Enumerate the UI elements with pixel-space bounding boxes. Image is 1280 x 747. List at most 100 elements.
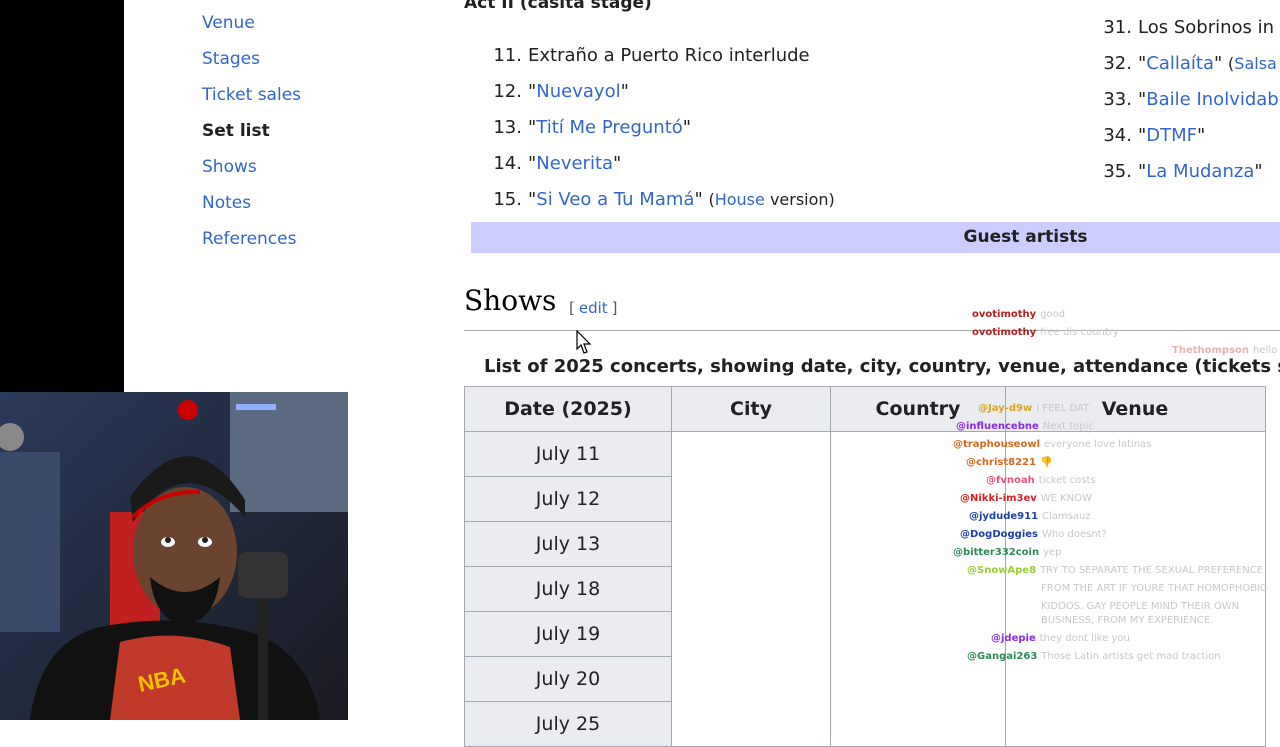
item-number: 14. bbox=[493, 153, 522, 174]
version-note: (House version) bbox=[708, 190, 835, 209]
toc-item-stages[interactable]: Stages bbox=[202, 46, 301, 82]
column-header-date[interactable]: Date (2025) bbox=[464, 386, 672, 432]
song-link[interactable]: Tití Me Preguntó bbox=[536, 117, 682, 138]
chat-text: FROM THE ART IF YOURE THAT HOMOPHOBIC bbox=[1041, 583, 1268, 594]
chat-text: TRY TO SEPARATE THE SEXUAL PREFERENCE bbox=[1040, 565, 1264, 576]
chat-username: ovotimothy bbox=[972, 309, 1037, 320]
section-heading-shows: Shows bbox=[464, 284, 557, 317]
chat-username: Thethompson bbox=[1172, 345, 1250, 356]
chat-text: 👎 bbox=[1039, 457, 1053, 468]
house-link[interactable]: House bbox=[715, 190, 765, 209]
song-link[interactable]: Si Veo a Tu Mamá bbox=[536, 189, 694, 210]
chat-message: @traphouseowl everyone love latinas bbox=[953, 436, 1151, 454]
chat-message: ovotimothy free dis country bbox=[972, 324, 1119, 342]
chat-text: BUSINESS, FROM MY EXPERIENCE. bbox=[1041, 615, 1214, 626]
chat-username: @Jay-d9w bbox=[978, 403, 1033, 414]
edit-link[interactable]: edit bbox=[579, 299, 608, 317]
chat-text: good bbox=[1040, 309, 1066, 320]
chat-text: KIDDOS. GAY PEOPLE MIND THEIR OWN bbox=[1041, 601, 1240, 612]
chat-message: Thethompsonhello t bbox=[1172, 342, 1280, 360]
song-title: Extraño a Puerto Rico interlude bbox=[528, 45, 810, 66]
chat-text: Those Latin artists get mad traction bbox=[1041, 651, 1221, 662]
setlist-column-1: 11. Extraño a Puerto Rico interlude 12. "N… bbox=[492, 42, 835, 222]
chat-username: @DogDoggies bbox=[960, 529, 1038, 540]
chat-text: everyone love latinas bbox=[1044, 439, 1152, 450]
toc-item-venue[interactable]: Venue bbox=[202, 10, 301, 46]
chat-username: @bitter332coin bbox=[953, 547, 1040, 558]
song-link[interactable]: Neverita bbox=[536, 153, 613, 174]
chat-text: yep bbox=[1043, 547, 1062, 558]
item-number: 35. bbox=[1103, 161, 1132, 182]
list-item: 12. "Nuevayol" bbox=[492, 78, 835, 114]
guest-artists-toggle[interactable]: Guest artists bbox=[471, 222, 1280, 253]
chat-text: hello t bbox=[1253, 345, 1280, 356]
chat-username: @fvnoah bbox=[986, 475, 1035, 486]
chat-message: @jydude911 Clamsauz bbox=[969, 508, 1091, 526]
toc-item-notes[interactable]: Notes bbox=[202, 190, 301, 226]
chat-username: @traphouseowl bbox=[953, 439, 1040, 450]
item-number: 13. bbox=[493, 117, 522, 138]
list-item: 34. "DTMF" bbox=[1098, 118, 1279, 154]
song-link[interactable]: Baile Inolvidab bbox=[1146, 89, 1278, 110]
chat-message: BUSINESS, FROM MY EXPERIENCE. bbox=[1037, 612, 1213, 630]
date-cell: July 25 bbox=[464, 701, 672, 747]
chat-username: @Gangai263 bbox=[967, 651, 1038, 662]
chat-message: @jdepie they dont like you bbox=[991, 630, 1130, 648]
date-cell: July 18 bbox=[464, 566, 672, 612]
chat-message: @fvnoah ticket costs bbox=[986, 472, 1096, 490]
chat-message: @bitter332coin yep bbox=[953, 544, 1062, 562]
table-caption: List of 2025 concerts, showing date, cit… bbox=[484, 356, 1280, 377]
streamer-webcam-image: NBA bbox=[0, 392, 348, 720]
chat-username: @influencebne bbox=[956, 421, 1039, 432]
column-header-city[interactable]: City bbox=[671, 386, 831, 432]
song-link[interactable]: La Mudanza bbox=[1146, 161, 1254, 182]
item-number: 32. bbox=[1103, 53, 1132, 74]
item-number: 33. bbox=[1103, 89, 1132, 110]
chat-message: @Gangai263 Those Latin artists get mad tr… bbox=[967, 648, 1221, 666]
chat-text: Clamsauz bbox=[1042, 511, 1091, 522]
chat-message: @Jay-d9w I FEEL DAT bbox=[978, 400, 1089, 418]
chat-message: @influencebne Next topic bbox=[956, 418, 1094, 436]
chat-message: @Nikki-im3ev WE KNOW bbox=[960, 490, 1092, 508]
song-link[interactable]: Nuevayol bbox=[536, 81, 620, 102]
chat-message: @SnowApe8 TRY TO SEPARATE THE SEXUAL PREF… bbox=[967, 562, 1263, 580]
toc-item-shows[interactable]: Shows bbox=[202, 154, 301, 190]
item-number: 11. bbox=[493, 45, 522, 66]
chat-text: I FEEL DAT bbox=[1036, 403, 1090, 414]
chat-message: @christ8221 👎 bbox=[966, 454, 1052, 472]
city-cell bbox=[671, 431, 831, 747]
toc-item-references[interactable]: References bbox=[202, 226, 301, 262]
salsa-link[interactable]: Salsa bbox=[1234, 54, 1277, 73]
chat-username: @Nikki-im3ev bbox=[960, 493, 1037, 504]
song-link[interactable]: DTMF bbox=[1146, 125, 1197, 146]
chat-message: @DogDoggies Who doesnt? bbox=[960, 526, 1107, 544]
mouse-cursor-icon bbox=[576, 330, 592, 354]
song-title: Los Sobrinos in bbox=[1138, 17, 1275, 38]
list-item: 13. "Tití Me Preguntó" bbox=[492, 114, 835, 150]
date-cell: July 11 bbox=[464, 431, 672, 477]
date-cell: July 19 bbox=[464, 611, 672, 657]
item-number: 15. bbox=[493, 189, 522, 210]
toc-item-set-list[interactable]: Set list bbox=[202, 118, 301, 154]
list-item: 33. "Baile Inolvidab bbox=[1098, 82, 1278, 118]
date-cell: July 20 bbox=[464, 656, 672, 702]
song-link[interactable]: Callaíta bbox=[1146, 53, 1214, 74]
chat-username: ovotimothy bbox=[972, 327, 1037, 338]
chat-username: @SnowApe8 bbox=[967, 565, 1037, 576]
list-item: 35. "La Mudanza" bbox=[1098, 154, 1279, 190]
chat-text: ticket costs bbox=[1038, 475, 1096, 486]
chat-username: @christ8221 bbox=[966, 457, 1036, 468]
chat-text: WE KNOW bbox=[1040, 493, 1092, 504]
edit-section: [edit] bbox=[569, 299, 618, 317]
country-cell bbox=[830, 431, 1006, 747]
chat-text: Who doesnt? bbox=[1041, 529, 1107, 540]
item-number: 34. bbox=[1103, 125, 1132, 146]
date-cell: July 13 bbox=[464, 521, 672, 567]
item-number: 12. bbox=[493, 81, 522, 102]
act-heading: Act II (casita stage) bbox=[464, 0, 652, 13]
date-cell: July 12 bbox=[464, 476, 672, 522]
toc-item-ticket-sales[interactable]: Ticket sales bbox=[202, 82, 301, 118]
list-item: 11. Extraño a Puerto Rico interlude bbox=[492, 42, 835, 78]
chat-message: FROM THE ART IF YOURE THAT HOMOPHOBIC bbox=[1037, 580, 1267, 598]
chat-username: @jdepie bbox=[991, 633, 1036, 644]
